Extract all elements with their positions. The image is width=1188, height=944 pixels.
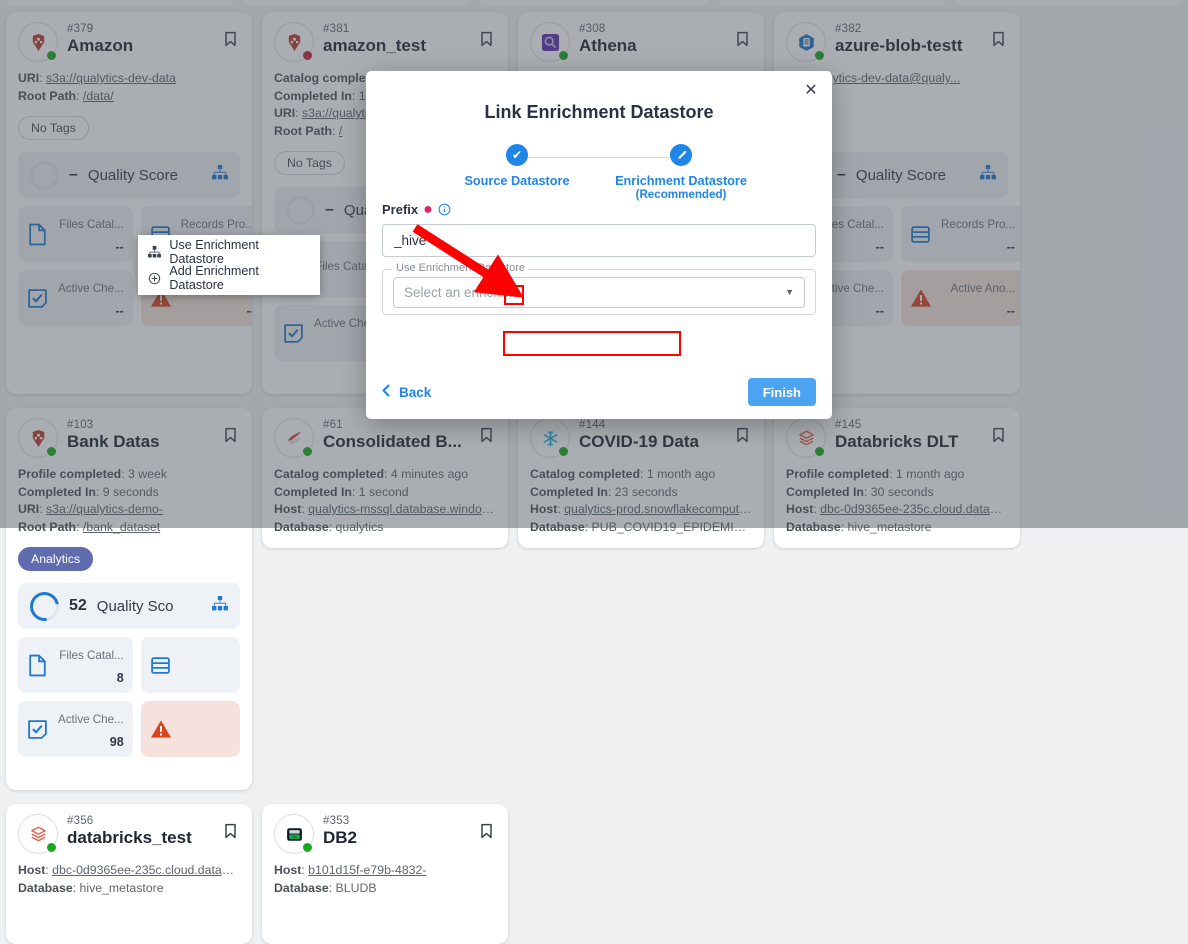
back-label: Back — [399, 385, 431, 400]
menu-item-label: Use Enrichment Datastore — [169, 238, 310, 266]
stat-text — [181, 662, 231, 669]
metadata-row: Host: b101d15f-e79b-4832- — [274, 862, 496, 880]
bookmark-icon[interactable] — [480, 823, 496, 839]
prefix-label-row: Prefix ● — [382, 202, 816, 217]
hierarchy-icon — [148, 246, 161, 258]
card-header: DB2#353DB2 — [274, 814, 496, 854]
select-placeholder: Select an enrichme — [404, 285, 520, 300]
stat-tile[interactable] — [141, 701, 240, 757]
card-metadata: Host: b101d15f-e79b-4832-Database: BLUDB — [274, 862, 496, 897]
metadata-label: Host — [274, 863, 301, 877]
metadata-row: Database: hive_metastore — [18, 880, 240, 898]
metadata-separator: : — [73, 881, 80, 895]
quality-score-ring — [24, 586, 64, 626]
chevron-left-icon — [382, 384, 390, 400]
required-indicator: ● — [423, 206, 433, 214]
quality-score-value: 52 — [69, 597, 87, 615]
check-icon: ✔ — [506, 144, 528, 166]
card-header-text: #353DB2 — [323, 814, 471, 848]
stat-tile[interactable]: Active Che... 98 — [18, 701, 133, 757]
file-icon — [27, 654, 51, 677]
metadata-label: Database — [18, 881, 73, 895]
link-enrichment-datastore-dialog: ✕ Link Enrichment Datastore ✔ Source Dat… — [366, 71, 832, 419]
stat-name: Active Che... — [58, 713, 124, 726]
enrichment-datastore-select[interactable]: Select an enrichme ▼ — [393, 277, 805, 308]
finish-button[interactable]: Finish — [748, 378, 816, 406]
records-icon — [150, 656, 174, 675]
fieldset-legend: Use Enrichment Datastore — [392, 262, 529, 274]
stat-tile[interactable] — [141, 637, 240, 693]
avatar — [18, 814, 58, 854]
status-dot — [46, 842, 57, 853]
warning-icon — [150, 719, 174, 739]
stat-name: Files Catal... — [59, 649, 123, 662]
quality-score-bar[interactable]: 52 Quality Sco — [18, 583, 240, 629]
prefix-label: Prefix — [382, 202, 418, 217]
metadata-label: Host — [18, 863, 45, 877]
plus-circle-icon — [148, 272, 161, 285]
datastore-card[interactable]: #356databricks_test Host: dbc-0d9365ee-23… — [6, 804, 252, 944]
info-icon[interactable] — [438, 203, 451, 216]
stat-tile[interactable]: Files Catal... 8 — [18, 637, 133, 693]
card-id: #356 — [67, 815, 215, 827]
enrichment-datastore-dropdown-menu: Use Enrichment Datastore Add Enrichment … — [138, 235, 320, 295]
tree-icon[interactable] — [212, 596, 228, 616]
prefix-input[interactable] — [382, 224, 816, 257]
status-dot — [302, 842, 313, 853]
avatar: DB2 — [274, 814, 314, 854]
stat-value: 98 — [58, 735, 124, 749]
step-label: Enrichment Datastore — [593, 174, 769, 188]
step-source-datastore[interactable]: ✔ Source Datastore — [429, 144, 605, 188]
step-sublabel: (Recommended) — [593, 188, 769, 201]
card-tags: Analytics — [18, 547, 240, 571]
back-button[interactable]: Back — [382, 384, 431, 400]
close-icon[interactable]: ✕ — [800, 79, 822, 101]
metadata-label: Database — [274, 881, 329, 895]
metadata-separator: : — [301, 863, 308, 877]
tag-chip[interactable]: Analytics — [18, 547, 93, 571]
metadata-link[interactable]: b101d15f-e79b-4832- — [308, 863, 426, 877]
svg-text:DB2: DB2 — [291, 834, 297, 838]
wizard-stepper: ✔ Source Datastore Enrichment Datastore … — [429, 144, 769, 196]
stat-text: Active Che... 98 — [58, 710, 124, 749]
metadata-row: Host: dbc-0d9365ee-235c.cloud.databr... — [18, 862, 240, 880]
stat-text — [181, 726, 231, 733]
dialog-footer: Back Finish — [366, 365, 832, 419]
dialog-title: Link Enrichment Datastore — [366, 71, 832, 123]
stat-value: 8 — [58, 671, 124, 685]
step-enrichment-datastore[interactable]: Enrichment Datastore (Recommended) — [593, 144, 769, 201]
card-stats: Files Catal... 8 Active Che... 98 — [18, 637, 240, 757]
check-icon — [27, 719, 51, 740]
bookmark-icon[interactable] — [224, 823, 240, 839]
stat-text: Files Catal... 8 — [58, 646, 124, 685]
card-id: #353 — [323, 815, 471, 827]
card-title: DB2 — [323, 828, 471, 848]
menu-item-add-enrichment-datastore[interactable]: Add Enrichment Datastore — [138, 265, 320, 291]
pencil-icon — [670, 144, 692, 166]
quality-score-label: Quality Sco — [97, 598, 202, 615]
card-header: #356databricks_test — [18, 814, 240, 854]
chevron-down-icon: ▼ — [785, 287, 794, 297]
metadata-value: BLUDB — [336, 881, 377, 895]
card-header-text: #356databricks_test — [67, 814, 215, 848]
metadata-separator: : — [45, 863, 52, 877]
prefix-field-block: Prefix ● Use Enrichment Datastore Select… — [366, 196, 832, 315]
card-metadata: Host: dbc-0d9365ee-235c.cloud.databr...D… — [18, 862, 240, 897]
datastore-card[interactable]: DB2#353DB2Host: b101d15f-e79b-4832-Datab… — [262, 804, 508, 944]
metadata-separator: : — [329, 881, 336, 895]
step-label: Source Datastore — [429, 174, 605, 188]
enrichment-datastore-fieldset: Use Enrichment Datastore Select an enric… — [382, 269, 816, 315]
metadata-link[interactable]: dbc-0d9365ee-235c.cloud.databr... — [52, 863, 240, 877]
menu-item-use-enrichment-datastore[interactable]: Use Enrichment Datastore — [138, 239, 320, 265]
menu-item-label: Add Enrichment Datastore — [169, 264, 310, 292]
card-title: databricks_test — [67, 828, 215, 848]
metadata-row: Database: BLUDB — [274, 880, 496, 898]
metadata-value: hive_metastore — [80, 881, 164, 895]
